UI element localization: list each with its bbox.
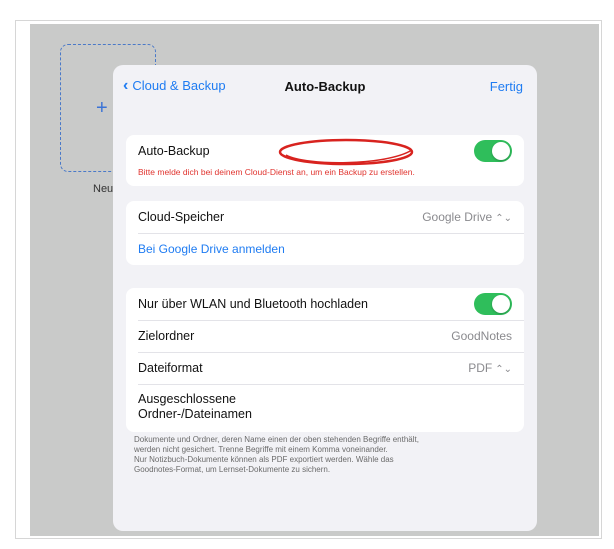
auto-backup-toggle[interactable] xyxy=(474,140,512,162)
auto-backup-sheet: ‹ Cloud & Backup Auto-Backup Fertig Auto… xyxy=(113,65,537,531)
footnote: Dokumente und Ordner, deren Name einen d… xyxy=(134,435,514,475)
footnote-line: Goodnotes-Format, um Lernset-Dokumente z… xyxy=(134,465,331,474)
new-document-label: Neu xyxy=(93,183,114,195)
page-title: Auto-Backup xyxy=(284,79,366,94)
file-format-row[interactable]: Dateiformat PDF ⌃⌄ xyxy=(126,352,524,384)
file-format-label: Dateiformat xyxy=(138,361,203,375)
wifi-only-label: Nur über WLAN und Bluetooth hochladen xyxy=(138,297,369,311)
excluded-names-label-line1: Ausgeschlossene xyxy=(138,392,236,406)
error-message: Bitte melde dich bei deinem Cloud-Dienst… xyxy=(138,167,415,177)
toggle-knob xyxy=(492,142,510,160)
up-down-chevron-icon: ⌃⌄ xyxy=(495,213,512,224)
cloud-storage-value-text: Google Drive xyxy=(422,210,493,224)
up-down-chevron-icon: ⌃⌄ xyxy=(495,364,512,375)
google-drive-sign-in-link[interactable]: Bei Google Drive anmelden xyxy=(126,233,524,265)
cloud-storage-value[interactable]: Google Drive ⌃⌄ xyxy=(422,210,512,224)
footnote-line: Nur Notizbuch-Dokumente können als PDF e… xyxy=(134,455,394,464)
footnote-line: Dokumente und Ordner, deren Name einen d… xyxy=(134,435,419,444)
footnote-line: werden nicht gesichert. Trenne Begriffe … xyxy=(134,445,388,454)
wifi-only-toggle[interactable] xyxy=(474,293,512,315)
cloud-storage-group: Cloud-Speicher Google Drive ⌃⌄ Bei Google… xyxy=(126,201,524,265)
auto-backup-row: Auto-Backup xyxy=(126,135,524,167)
auto-backup-label: Auto-Backup xyxy=(138,144,210,158)
target-folder-value: GoodNotes xyxy=(451,329,512,343)
cloud-storage-label: Cloud-Speicher xyxy=(138,210,225,224)
file-format-value[interactable]: PDF ⌃⌄ xyxy=(468,361,512,375)
done-button[interactable]: Fertig xyxy=(490,79,523,94)
cloud-storage-row[interactable]: Cloud-Speicher Google Drive ⌃⌄ xyxy=(126,201,524,233)
target-folder-label: Zielordner xyxy=(138,329,195,343)
excluded-names-row[interactable]: Ausgeschlossene Ordner-/Dateinamen xyxy=(126,384,524,432)
upload-settings-group: Nur über WLAN und Bluetooth hochladen Zi… xyxy=(126,288,524,432)
file-format-value-text: PDF xyxy=(468,361,493,375)
plus-icon: + xyxy=(96,97,108,119)
excluded-names-label-line2: Ordner-/Dateinamen xyxy=(138,407,252,421)
auto-backup-group: Auto-Backup Bitte melde dich bei deinem … xyxy=(126,135,524,186)
toggle-knob xyxy=(492,295,510,313)
target-folder-row[interactable]: Zielordner GoodNotes xyxy=(126,320,524,352)
navigation-bar: ‹ Cloud & Backup Auto-Backup Fertig xyxy=(113,65,537,109)
wifi-only-row: Nur über WLAN und Bluetooth hochladen xyxy=(126,288,524,320)
